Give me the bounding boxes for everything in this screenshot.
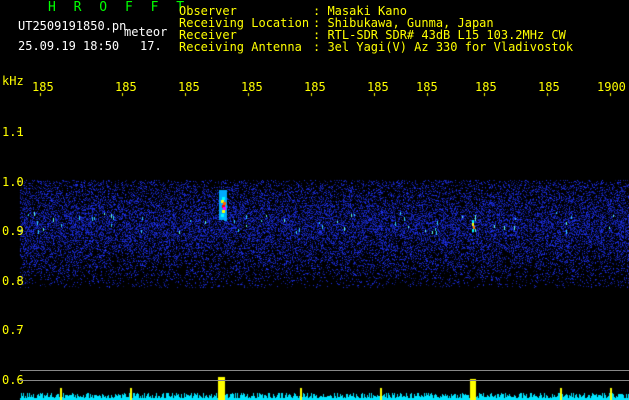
y-tick-0-9: 0.9	[2, 224, 24, 238]
x-tick-4: 185	[241, 80, 263, 94]
x-tick-2: 185	[115, 80, 137, 94]
filename: UT2509191850.pn	[18, 19, 127, 33]
x-tick-3: 185	[178, 80, 200, 94]
x-tick-10: 1900	[597, 80, 626, 94]
y-tick-1-0: 1.0	[2, 175, 24, 189]
y-tick-1-1: 1.1	[2, 125, 24, 139]
x-tick-8: 185	[475, 80, 497, 94]
antenna-value: : 3el Yagi(V) Az 330 for Vladivostok	[313, 40, 574, 54]
x-tick-5: 185	[304, 80, 326, 94]
spectrogram-canvas	[0, 0, 629, 400]
y-tick-0-7: 0.7	[2, 323, 24, 337]
axis-unit-label: kHz	[2, 74, 24, 88]
x-tick-7: 185	[416, 80, 438, 94]
divider-line-lower	[20, 380, 629, 381]
station-code: H R O F F T	[48, 0, 190, 15]
divider-line-upper	[20, 370, 629, 371]
y-tick-0-8: 0.8	[2, 274, 24, 288]
antenna-label: Receiving Antenna	[179, 40, 302, 54]
x-tick-6: 185	[367, 80, 389, 94]
count: 17.	[140, 39, 162, 53]
type-label: meteor	[124, 25, 168, 39]
x-tick-9: 185	[538, 80, 560, 94]
x-tick-1: 185	[32, 80, 54, 94]
datetime: 25.09.19 18:50	[18, 39, 120, 53]
